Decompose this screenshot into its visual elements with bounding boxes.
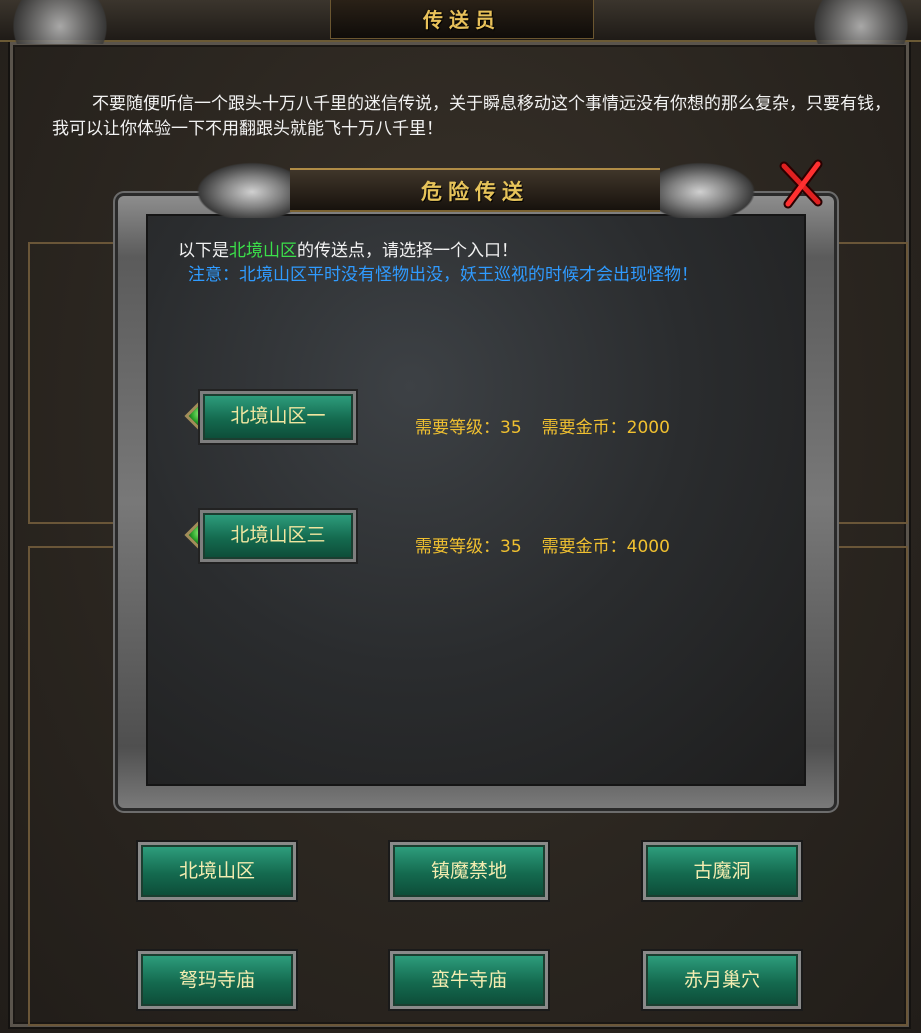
entry-1-gold-req: 需要金币：2000 [541, 418, 670, 438]
map-button-3[interactable]: 古魔洞 [643, 842, 801, 900]
close-button[interactable] [778, 158, 826, 210]
dialog-title-bar: 危险传送 [290, 168, 660, 212]
map-button-5[interactable]: 蛮牛寺庙 [390, 951, 548, 1009]
map-button-1[interactable]: 北境山区 [138, 842, 296, 900]
npc-intro-text: 不要随便听信一个跟头十万八千里的迷信传说，关于瞬息移动这个事情远没有你想的那么复… [52, 94, 891, 139]
map-button-4[interactable]: 弩玛寺庙 [138, 951, 296, 1009]
dialog-header: 危险传送 [100, 160, 850, 218]
npc-window: 传送员 不要随便听信一个跟头十万八千里的迷信传说，关于瞬息移动这个事情远没有你想… [0, 0, 921, 1033]
entry-button-1[interactable]: 北境山区一 [200, 391, 356, 443]
window-title: 传送员 [423, 8, 501, 32]
entry-2-requirements: 需要等级：35 需要金币：4000 [415, 532, 690, 557]
zone-name-highlight: 北境山区 [229, 241, 297, 261]
dialog-body [146, 214, 806, 786]
entry-button-2[interactable]: 北境山区三 [200, 510, 356, 562]
window-title-bar: 传送员 [0, 0, 921, 44]
instruction-prefix: 以下是 [178, 241, 229, 261]
title-plate: 传送员 [330, 0, 594, 39]
instruction-suffix: 的传送点，请选择一个入口！ [297, 241, 518, 261]
entry-2-level-req: 需要等级：35 [415, 537, 522, 557]
dialog-instruction: 以下是北境山区的传送点，请选择一个入口！ [178, 236, 518, 261]
entry-1-requirements: 需要等级：35 需要金币：2000 [415, 413, 690, 438]
close-x-icon [779, 159, 823, 209]
map-button-2[interactable]: 镇魔禁地 [390, 842, 548, 900]
entry-1-level-req: 需要等级：35 [415, 418, 522, 438]
dialog-title: 危险传送 [421, 180, 529, 204]
dragon-ornament-right-icon [801, 0, 921, 44]
map-button-6[interactable]: 赤月巢穴 [643, 951, 801, 1009]
dialog-notice: 注意：北境山区平时没有怪物出没，妖王巡视的时候才会出现怪物！ [188, 265, 698, 285]
dragon-ornament-left-icon [0, 0, 120, 44]
entry-2-gold-req: 需要金币：4000 [541, 537, 670, 557]
